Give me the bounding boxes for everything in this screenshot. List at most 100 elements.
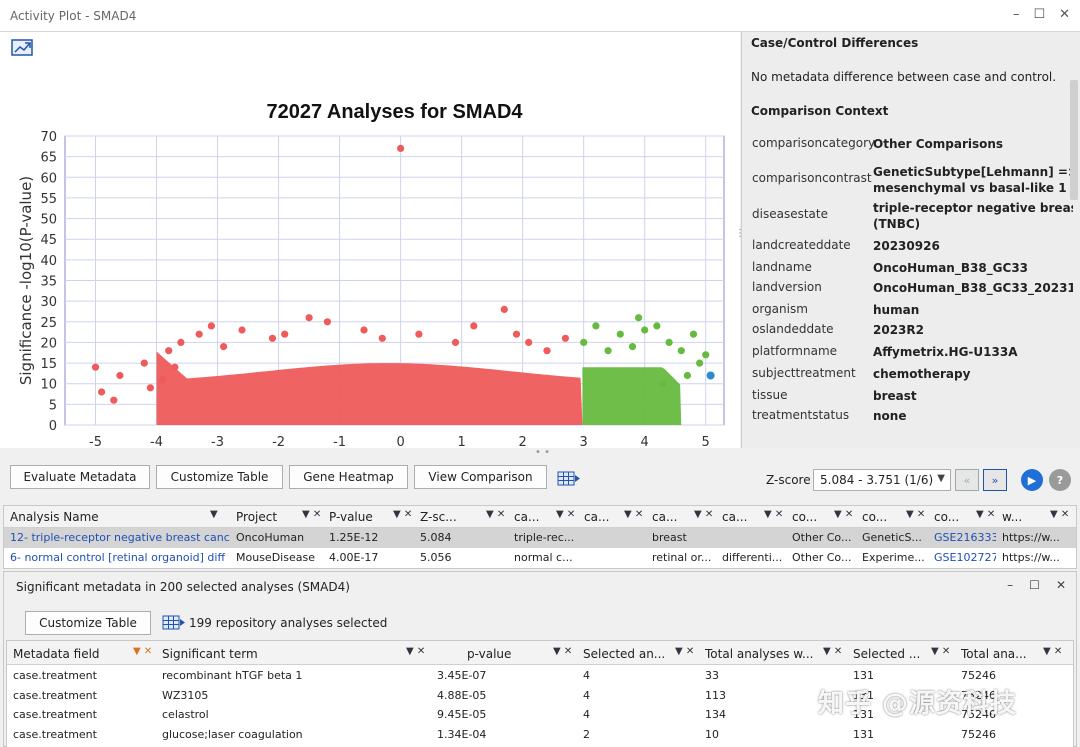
data-point	[305, 314, 313, 322]
next-button[interactable]: »	[983, 469, 1007, 491]
filter-icon[interactable]: ▼	[210, 509, 218, 520]
action-toolbar: Evaluate Metadata Customize Table Gene H…	[0, 457, 1080, 499]
table-cell: Experime...	[862, 551, 925, 564]
filter-icon[interactable]: ▼ ✕	[834, 509, 853, 520]
help-button[interactable]: ?	[1049, 469, 1071, 491]
table-cell: OncoHuman	[236, 531, 305, 544]
table-cell: 4.00E-17	[329, 551, 379, 564]
export-image-icon[interactable]	[11, 38, 35, 58]
filter-icon[interactable]: ▼ ✕	[906, 509, 925, 520]
y-tick-label: 5	[49, 398, 57, 413]
gene-heatmap-button[interactable]: Gene Heatmap	[289, 465, 408, 489]
view-comparison-button[interactable]: View Comparison	[414, 465, 547, 489]
x-tick-label: 3	[580, 435, 588, 448]
filter-icon[interactable]: ▼ ✕	[1050, 509, 1069, 520]
customize-table-button[interactable]: Customize Table	[156, 465, 283, 489]
filter-icon[interactable]: ▼ ✕	[931, 646, 950, 657]
column-header[interactable]: Significant term	[162, 647, 402, 661]
data-point	[512, 330, 521, 338]
y-tick-label: 70	[40, 130, 57, 145]
table-cell: case.treatment	[13, 708, 97, 721]
prev-button[interactable]: «	[955, 469, 979, 491]
panel-maximize-button[interactable]: ☐	[1029, 578, 1040, 592]
table-cell: 1.34E-04	[437, 727, 487, 741]
filter-icon[interactable]: ▼ ✕	[675, 646, 694, 657]
panel-close-button[interactable]: ✕	[1056, 578, 1066, 592]
data-point	[378, 334, 386, 342]
column-header[interactable]: co...	[934, 510, 972, 524]
column-header[interactable]: Metadata field	[13, 647, 129, 661]
column-header[interactable]: Selected an...	[583, 647, 671, 661]
zscore-select[interactable]: 5.084 - 3.751 (1/6) ▼	[813, 469, 951, 491]
filter-icon[interactable]: ▼ ✕	[486, 509, 505, 520]
data-point	[451, 338, 460, 346]
maximize-button[interactable]: ☐	[1033, 7, 1045, 22]
context-value: chemotherapy	[873, 367, 971, 381]
column-header[interactable]: Project	[236, 510, 298, 524]
table-cell: breast	[652, 531, 687, 544]
context-value: OncoHuman_B38_GC33_2023100	[873, 281, 1073, 295]
column-header[interactable]: ca...	[584, 510, 620, 524]
column-header[interactable]: ca...	[514, 510, 552, 524]
x-tick-label: -3	[211, 435, 224, 448]
data-point	[696, 359, 704, 367]
x-tick-label: 2	[518, 435, 526, 448]
filter-icon[interactable]: ▼ ✕	[553, 646, 572, 657]
context-key: treatmentstatus	[752, 408, 850, 422]
column-header[interactable]: Selected ...	[853, 647, 927, 661]
filter-icon[interactable]: ▼ ✕	[976, 509, 995, 520]
context-key: landcreateddate	[752, 238, 851, 252]
filter-icon[interactable]: ▼ ✕	[1043, 646, 1062, 657]
analysis-table: Analysis Name ▼ Project ▼ ✕ P-value ▼ ✕ Z-sc..…	[3, 505, 1077, 569]
table-cell: celastrol	[162, 708, 209, 721]
data-point	[220, 343, 228, 351]
table-cell: 1.25E-12	[329, 531, 379, 544]
filter-icon[interactable]: ▼ ✕	[406, 646, 425, 657]
comparison-context-title: Comparison Context	[751, 104, 889, 118]
table-row[interactable]: case.treatment glucose;laser coagulation 1…	[7, 725, 1073, 745]
close-button[interactable]: ✕	[1059, 7, 1070, 22]
filter-icon[interactable]: ▼ ✕	[133, 646, 152, 657]
info-scrollbar[interactable]	[1070, 80, 1078, 200]
filter-icon[interactable]: ▼ ✕	[393, 509, 412, 520]
watermark: 知乎 @源资科技	[818, 689, 1018, 719]
column-header[interactable]: Total analyses w...	[705, 647, 819, 661]
column-header[interactable]: Z-sc...	[420, 510, 482, 524]
context-value: triple-receptor negative breast c	[873, 201, 1073, 215]
context-key: diseasestate	[752, 207, 828, 221]
play-button[interactable]: ▶	[1021, 469, 1043, 491]
table-row[interactable]: 6- normal control [retinal organoid] dif…	[4, 548, 1076, 568]
y-tick-label: 40	[40, 254, 57, 269]
panel-minimize-button[interactable]: –	[1007, 578, 1013, 592]
y-tick-label: 15	[40, 357, 57, 372]
customize-table-button-2[interactable]: Customize Table	[25, 611, 151, 635]
column-header[interactable]: ca...	[722, 510, 760, 524]
table-cell[interactable]: GSE102727.	[934, 551, 996, 564]
filter-icon[interactable]: ▼ ✕	[556, 509, 575, 520]
context-value-line2: mesenchymal vs basal-like 1	[873, 181, 1067, 195]
data-point	[171, 363, 179, 371]
table-cell: GeneticS...	[862, 531, 922, 544]
column-header[interactable]: P-value	[329, 510, 389, 524]
title-bar: Activity Plot - SMAD4 – ☐ ✕	[0, 0, 1080, 32]
column-header[interactable]: ca...	[652, 510, 690, 524]
filter-icon[interactable]: ▼ ✕	[823, 646, 842, 657]
zscore-label: Z-score	[766, 473, 811, 487]
column-header[interactable]: Analysis Name	[10, 510, 206, 524]
column-header[interactable]: w...	[1002, 510, 1046, 524]
table-cell: normal c...	[514, 551, 573, 564]
data-point	[635, 314, 643, 322]
column-header[interactable]: co...	[792, 510, 830, 524]
filter-icon[interactable]: ▼ ✕	[764, 509, 783, 520]
column-header[interactable]: co...	[862, 510, 902, 524]
filter-icon[interactable]: ▼ ✕	[624, 509, 643, 520]
evaluate-metadata-button[interactable]: Evaluate Metadata	[10, 465, 150, 489]
table-cell[interactable]: GSE216333.	[934, 531, 996, 544]
table-grid-icon[interactable]	[557, 471, 581, 487]
table-row[interactable]: 12- triple-receptor negative breast canc…	[4, 528, 1076, 548]
column-header[interactable]: Total ana...	[961, 647, 1039, 661]
minimize-button[interactable]: –	[1013, 7, 1020, 22]
filter-icon[interactable]: ▼ ✕	[694, 509, 713, 520]
filter-icon[interactable]: ▼ ✕	[302, 509, 321, 520]
data-point	[110, 396, 118, 404]
